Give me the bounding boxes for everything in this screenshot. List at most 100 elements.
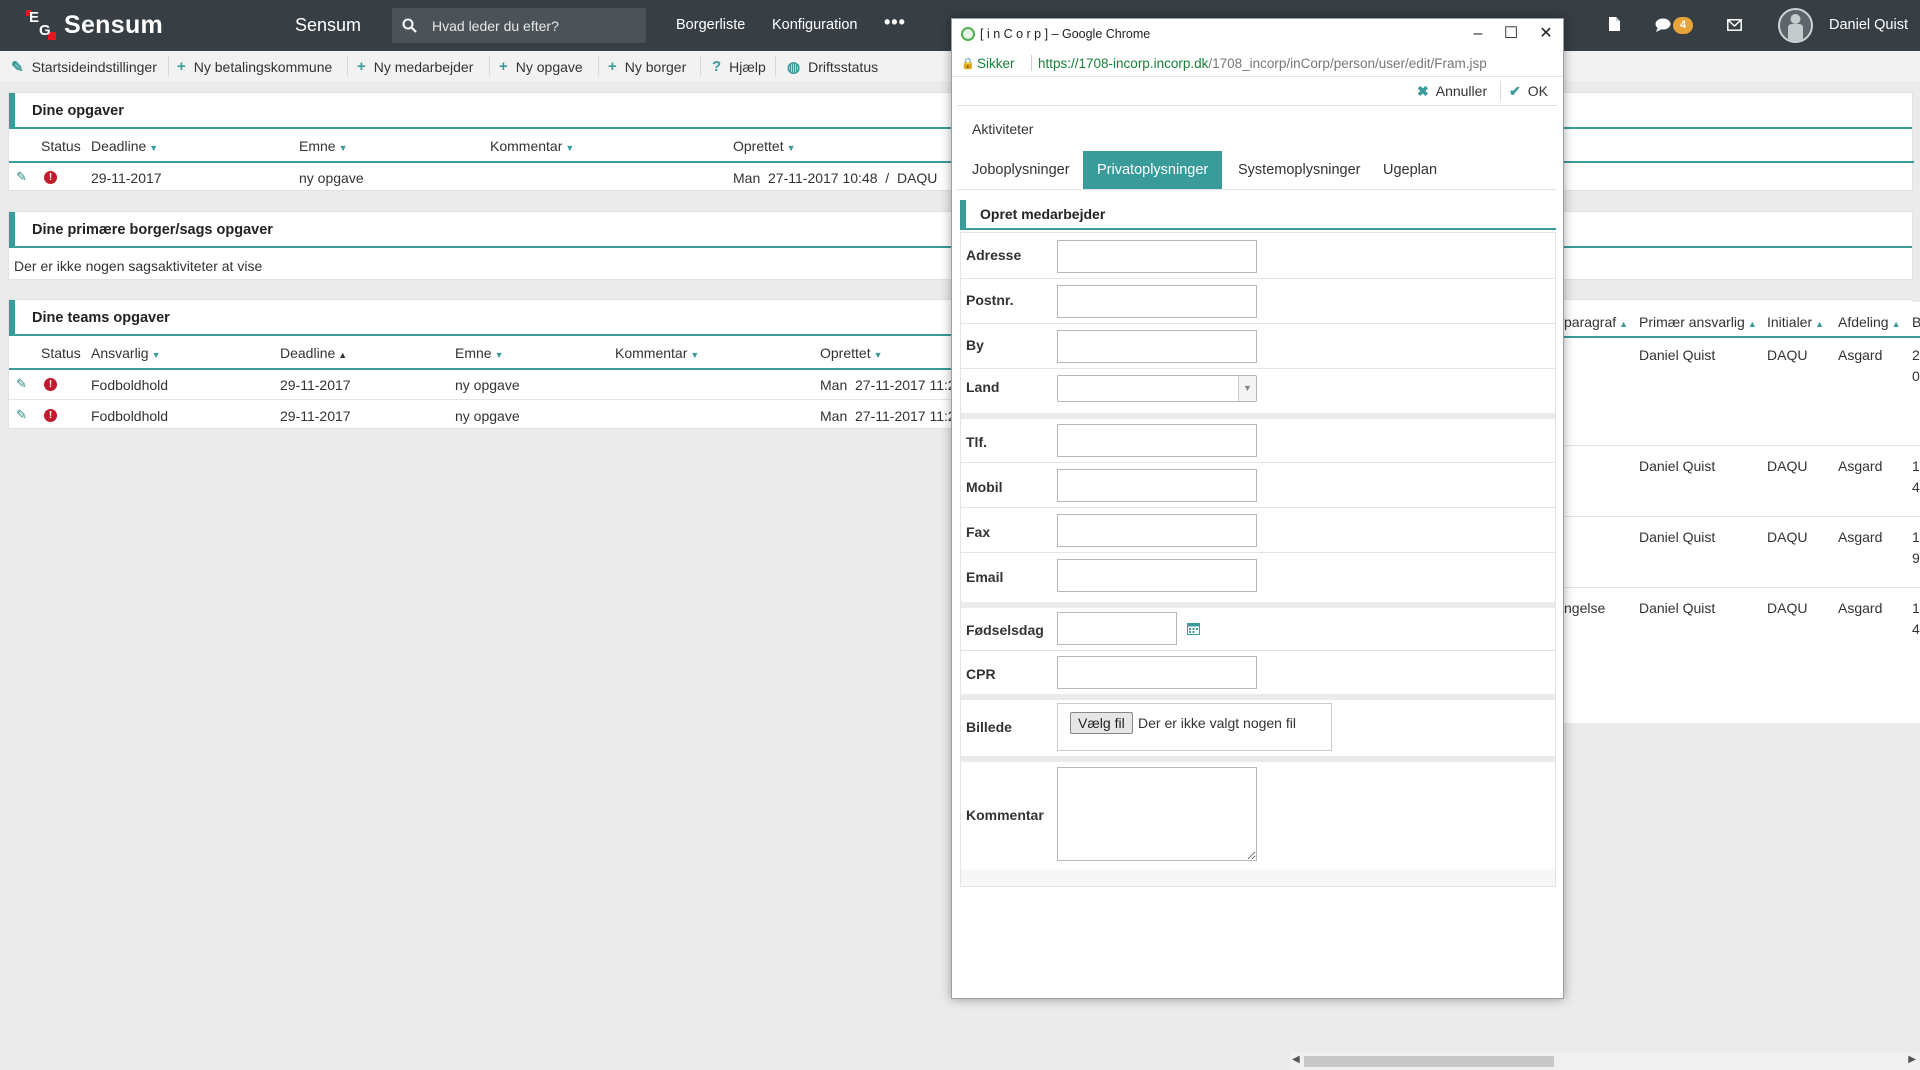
label-foedselsdag: Fødselsdag: [966, 622, 1044, 638]
scroll-right-icon[interactable]: ▶: [1908, 1054, 1916, 1065]
nav-borgerliste[interactable]: Borgerliste: [676, 17, 745, 33]
land-select[interactable]: ▼: [1057, 375, 1257, 402]
col-emne[interactable]: Emne ▼: [455, 345, 504, 361]
user-name[interactable]: Daniel Quist: [1829, 17, 1908, 33]
col-kommentar[interactable]: Kommentar ▼: [615, 345, 699, 361]
error-status-icon: !: [44, 171, 57, 184]
cell-ansvarlig: Fodboldhold: [91, 408, 169, 424]
postnr-input[interactable]: [1057, 285, 1257, 318]
address-bar[interactable]: 🔒 Sikker https://1708-incorp.incorp.dk/1…: [952, 50, 1563, 77]
tab-privatoplysninger[interactable]: Privatoplysninger: [1083, 151, 1223, 189]
horizontal-scrollbar[interactable]: ◀ ▶: [1290, 1052, 1920, 1070]
toolbar-label: Ny medarbejder: [373, 58, 474, 75]
label-tlf: Tlf.: [966, 434, 987, 450]
opret-medarbejder-form: Adresse Postnr. By Land ▼ Tlf. Mobil Fax: [960, 232, 1556, 887]
search-input[interactable]: [432, 8, 637, 43]
toolbar-ny-medarbejder[interactable]: + Ny medarbejder: [357, 58, 473, 75]
empty-message: Der er ikke nogen sagsaktiviteter at vis…: [14, 258, 263, 274]
col-paragraf[interactable]: paragraf ▲: [1564, 314, 1628, 330]
document-icon[interactable]: [1608, 16, 1621, 32]
aktiviteter-label[interactable]: Aktiviteter: [972, 121, 1033, 137]
lock-icon: 🔒: [961, 58, 975, 70]
cell-paragraf: ngelse: [1564, 600, 1606, 616]
toolbar-driftsstatus[interactable]: ◍ Driftsstatus: [787, 58, 878, 76]
toolbar-ny-opgave[interactable]: + Ny opgave: [499, 58, 583, 75]
fax-input[interactable]: [1057, 514, 1257, 547]
edit-pencil-icon[interactable]: ✎: [16, 169, 27, 185]
choose-file-button[interactable]: Vælg fil: [1070, 712, 1133, 734]
tab-systemoplysninger[interactable]: Systemoplysninger: [1224, 151, 1375, 189]
col-b[interactable]: B: [1912, 314, 1920, 330]
cell-initialer: DAQU: [1767, 600, 1808, 616]
email-input[interactable]: [1057, 559, 1257, 592]
kommentar-textarea[interactable]: [1057, 767, 1257, 861]
toolbar-startsideindstillinger[interactable]: ✎ Startsideindstillinger: [11, 58, 157, 76]
cpr-group: CPR: [961, 651, 1555, 694]
calendar-icon[interactable]: [1187, 622, 1200, 635]
plus-icon: +: [499, 58, 508, 75]
toolbar-label: Ny betalingskommune: [193, 58, 333, 75]
close-x-icon: ✖: [1417, 83, 1429, 99]
col-primaer-ansvarlig[interactable]: Primær ansvarlig ▲: [1639, 314, 1757, 330]
user-avatar[interactable]: [1778, 8, 1813, 43]
col-initialer[interactable]: Initialer ▲: [1767, 314, 1824, 330]
col-ansvarlig[interactable]: Ansvarlig ▼: [91, 345, 161, 361]
cell-b: 1: [1912, 600, 1920, 616]
col-deadline[interactable]: Deadline ▼: [91, 138, 158, 154]
label-mobil: Mobil: [966, 479, 1003, 495]
tab-ugeplan[interactable]: Ugeplan: [1369, 151, 1451, 189]
ok-button[interactable]: ✔ OK: [1509, 83, 1548, 100]
foedselsdag-input[interactable]: [1057, 612, 1177, 645]
tab-joboplysninger[interactable]: Joboplysninger: [958, 151, 1084, 189]
scroll-left-icon[interactable]: ◀: [1292, 1054, 1300, 1065]
sort-down-icon: ▼: [149, 143, 159, 153]
mobil-input[interactable]: [1057, 469, 1257, 502]
app-logo[interactable]: E G Sensum: [26, 9, 163, 40]
cell-deadline: 29-11-2017: [280, 408, 351, 424]
toolbar-ny-betalingskommune[interactable]: + Ny betalingskommune: [177, 58, 332, 75]
toolbar-ny-borger[interactable]: + Ny borger: [608, 58, 686, 75]
app-title[interactable]: Sensum: [295, 15, 361, 36]
label-kommentar: Kommentar: [966, 807, 1044, 823]
contact-group: Tlf. Mobil Fax Email: [961, 419, 1555, 602]
edit-pencil-icon[interactable]: ✎: [16, 407, 27, 423]
scrollbar-thumb[interactable]: [1304, 1056, 1554, 1067]
url-text[interactable]: https://1708-incorp.incorp.dk/1708_incor…: [1038, 56, 1487, 71]
col-kommentar[interactable]: Kommentar ▼: [490, 138, 574, 154]
col-oprettet[interactable]: Oprettet ▼: [733, 138, 796, 154]
by-input[interactable]: [1057, 330, 1257, 363]
label-cpr: CPR: [966, 666, 996, 682]
edit-pencil-icon[interactable]: ✎: [16, 376, 27, 392]
adresse-input[interactable]: [1057, 240, 1257, 273]
cell-emne: ny opgave: [455, 377, 520, 393]
user-silhouette-icon: [1788, 14, 1803, 41]
close-window-icon[interactable]: ✕: [1532, 23, 1560, 45]
col-deadline[interactable]: Deadline ▲: [280, 345, 347, 361]
cell-initialer: DAQU: [1767, 529, 1808, 545]
toolbar-hjaelp[interactable]: ? Hjælp: [712, 58, 766, 75]
cell-ansvarlig: Daniel Quist: [1639, 529, 1716, 545]
chat-icon[interactable]: [1655, 18, 1671, 32]
error-status-icon: !: [44, 409, 57, 422]
col-emne[interactable]: Emne ▼: [299, 138, 348, 154]
label-fax: Fax: [966, 524, 991, 540]
nav-konfiguration[interactable]: Konfiguration: [772, 17, 857, 33]
mail-icon[interactable]: [1727, 19, 1742, 31]
global-search[interactable]: [392, 8, 646, 43]
cell-initialer: DAQU: [1767, 458, 1808, 474]
label-adresse: Adresse: [966, 247, 1022, 263]
birthday-group: Fødselsdag: [961, 608, 1555, 650]
tlf-input[interactable]: [1057, 424, 1257, 457]
cpr-input[interactable]: [1057, 656, 1257, 689]
maximize-icon[interactable]: ☐: [1497, 23, 1525, 45]
cancel-button[interactable]: ✖ Annuller: [1417, 83, 1487, 100]
globe-icon: ◍: [787, 59, 801, 76]
cell-emne: ny opgave: [299, 170, 364, 186]
cell-b: 9: [1912, 550, 1920, 566]
minimize-icon[interactable]: –: [1464, 23, 1492, 45]
window-titlebar[interactable]: [ i n C o r p ] – Google Chrome – ☐ ✕: [952, 19, 1563, 50]
more-menu-icon[interactable]: •••: [884, 12, 906, 33]
col-oprettet[interactable]: Oprettet ▼: [820, 345, 883, 361]
label-email: Email: [966, 569, 1004, 585]
col-afdeling[interactable]: Afdeling ▲: [1838, 314, 1901, 330]
